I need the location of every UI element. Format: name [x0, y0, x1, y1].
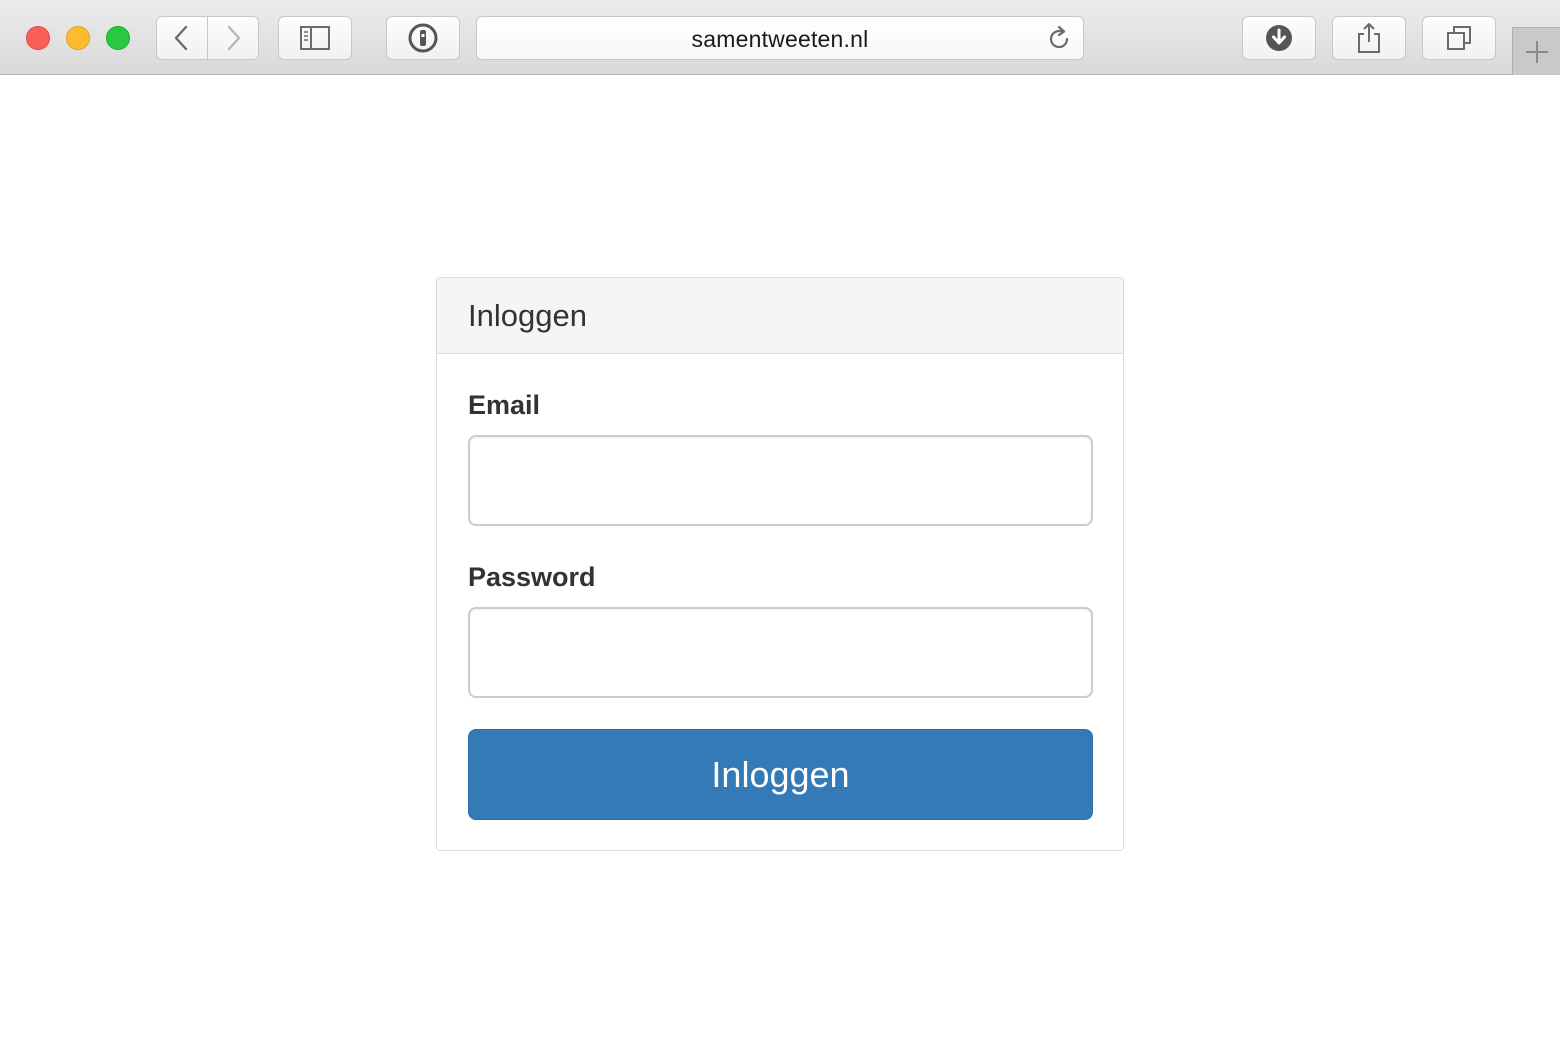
sidebar-icon — [300, 26, 330, 50]
sidebar-toggle-button[interactable] — [278, 16, 352, 60]
new-tab-button[interactable] — [1512, 27, 1560, 75]
share-button[interactable] — [1332, 16, 1406, 60]
browser-toolbar: samentweeten.nl — [0, 0, 1560, 75]
reload-icon[interactable] — [1045, 25, 1073, 53]
tabs-icon — [1447, 26, 1471, 50]
show-tabs-button[interactable] — [1422, 16, 1496, 60]
password-manager-button[interactable] — [386, 16, 460, 60]
password-label: Password — [468, 562, 596, 592]
chevron-left-icon — [174, 25, 188, 51]
password-input[interactable] — [468, 607, 1093, 698]
login-button[interactable]: Inloggen — [468, 729, 1093, 820]
close-window-button[interactable] — [26, 26, 50, 50]
login-panel: Inloggen Email Password Inloggen — [436, 277, 1124, 851]
email-label: Email — [468, 390, 541, 420]
downloads-button[interactable] — [1242, 16, 1316, 60]
url-text: samentweeten.nl — [691, 26, 869, 52]
forward-button[interactable] — [207, 16, 259, 60]
plus-icon — [1525, 40, 1548, 63]
chevron-right-icon — [227, 25, 241, 51]
address-bar[interactable]: samentweeten.nl — [476, 16, 1084, 60]
share-icon — [1358, 23, 1380, 53]
browser-window: samentweeten.nl Inloggen Email Password … — [0, 0, 1560, 1042]
panel-heading: Inloggen — [437, 278, 1123, 354]
maximize-window-button[interactable] — [106, 26, 130, 50]
download-icon — [1266, 25, 1292, 51]
password-manager-icon — [408, 23, 438, 53]
back-button[interactable] — [156, 16, 208, 60]
email-input[interactable] — [468, 435, 1093, 526]
minimize-window-button[interactable] — [66, 26, 90, 50]
